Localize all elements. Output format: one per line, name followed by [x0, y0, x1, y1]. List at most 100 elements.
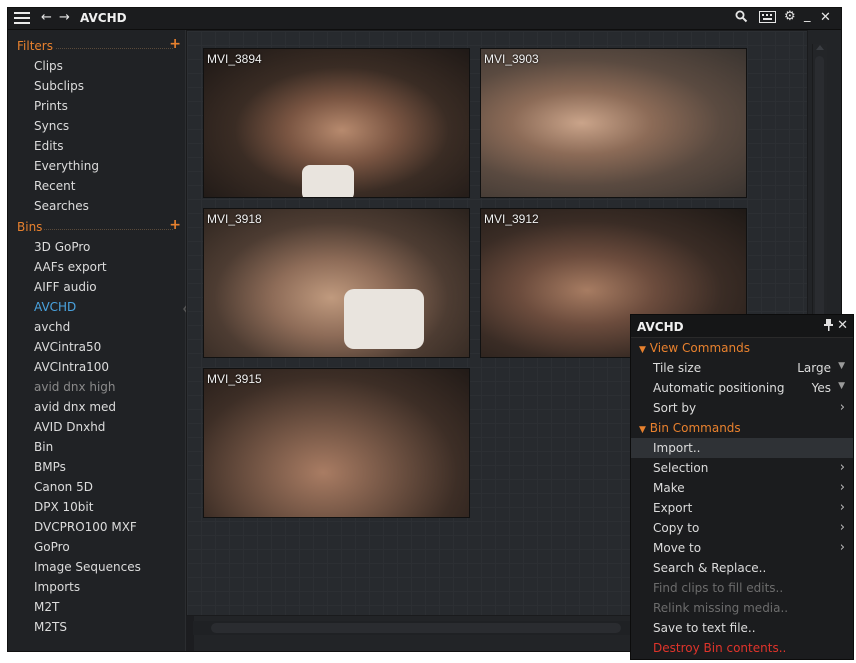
clip-thumbnail[interactable]: MVI_3894 — [203, 48, 470, 198]
bin-item[interactable]: Bin — [34, 440, 53, 454]
forward-arrow-icon[interactable]: → — [59, 11, 70, 25]
relink-media-item: Relink missing media.. — [631, 598, 853, 618]
tile-size-label: Tile size — [653, 361, 702, 375]
find-clips-label: Find clips to fill edits.. — [653, 581, 784, 595]
bin-item[interactable]: Imports — [34, 580, 80, 594]
bin-item[interactable]: M2T — [34, 600, 59, 614]
sidebar-item-everything[interactable]: Everything — [34, 159, 99, 173]
bins-heading: Bins — [17, 220, 43, 234]
view-commands-section[interactable]: ▼ View Commands — [631, 338, 853, 358]
settings-gears-icon[interactable]: ⚙ — [784, 10, 796, 24]
make-label: Make — [653, 481, 685, 495]
collapse-triangle-icon: ▼ — [639, 345, 646, 355]
export-item[interactable]: Export › — [631, 498, 853, 518]
hamburger-menu-icon[interactable] — [14, 12, 30, 24]
bin-item[interactable]: AVCIntra100 — [34, 360, 109, 374]
bins-divider — [44, 229, 173, 230]
submenu-arrow-icon: › — [839, 460, 845, 475]
keyboard-icon[interactable] — [759, 11, 776, 27]
destroy-bin-contents-label: Destroy Bin contents.. — [653, 641, 787, 655]
clip-thumbnail[interactable]: MVI_3903 — [480, 48, 747, 198]
bin-item[interactable]: AIFF audio — [34, 280, 97, 294]
clip-name: MVI_3915 — [207, 372, 262, 386]
view-commands-label: ▼ View Commands — [639, 341, 750, 355]
bin-item[interactable]: AVID Dnxhd — [34, 420, 105, 434]
auto-positioning-value[interactable]: Yes — [812, 381, 831, 395]
bin-item[interactable]: avchd — [34, 320, 70, 334]
tile-size-row[interactable]: Tile size Large ▼ — [631, 358, 853, 378]
bin-item[interactable]: DPX 10bit — [34, 500, 93, 514]
copy-to-label: Copy to — [653, 521, 700, 535]
bin-item[interactable]: avid dnx high — [34, 380, 116, 394]
sort-by-label: Sort by — [653, 401, 697, 415]
search-replace-label: Search & Replace.. — [653, 561, 767, 575]
sidebar-item-recent[interactable]: Recent — [34, 179, 75, 193]
copy-to-item[interactable]: Copy to › — [631, 518, 853, 538]
submenu-arrow-icon: › — [839, 480, 845, 495]
find-clips-item: Find clips to fill edits.. — [631, 578, 853, 598]
submenu-arrow-icon: › — [839, 540, 845, 555]
add-filter-button[interactable]: + — [169, 36, 181, 52]
submenu-arrow-icon: › — [839, 400, 845, 415]
sidebar-item-edits[interactable]: Edits — [34, 139, 64, 153]
move-to-item[interactable]: Move to › — [631, 538, 853, 558]
bin-item[interactable]: AVCintra50 — [34, 340, 101, 354]
bin-item[interactable]: Image Sequences — [34, 560, 141, 574]
add-bin-button[interactable]: + — [169, 217, 181, 233]
horizontal-scrollbar[interactable] — [193, 621, 633, 635]
submenu-arrow-icon: › — [839, 500, 845, 515]
sort-by-item[interactable]: Sort by › — [631, 398, 853, 418]
import-item[interactable]: Import.. — [631, 438, 853, 458]
bin-commands-section[interactable]: ▼ Bin Commands — [631, 418, 853, 438]
clip-name: MVI_3903 — [484, 52, 539, 66]
bin-item[interactable]: M2TS — [34, 620, 67, 634]
filters-divider — [56, 48, 173, 49]
close-icon[interactable]: ✕ — [837, 318, 848, 333]
move-to-label: Move to — [653, 541, 702, 555]
bin-item[interactable]: GoPro — [34, 540, 70, 554]
search-icon[interactable] — [735, 10, 748, 27]
sidebar-item-subclips[interactable]: Subclips — [34, 79, 84, 93]
filters-heading: Filters — [17, 39, 53, 53]
horizontal-scroll-thumb[interactable] — [211, 623, 621, 633]
destroy-bin-contents-item[interactable]: Destroy Bin contents.. — [631, 638, 853, 658]
minimize-icon[interactable]: _ — [804, 9, 811, 23]
save-to-text-label: Save to text file.. — [653, 621, 756, 635]
clip-thumbnail[interactable]: MVI_3915 — [203, 368, 470, 518]
close-icon[interactable]: ✕ — [820, 11, 831, 25]
bin-context-menu: AVCHD ✕ ▼ View Commands Tile size Large … — [630, 314, 854, 660]
clip-name: MVI_3912 — [484, 212, 539, 226]
pin-icon[interactable] — [824, 319, 833, 334]
sidebar-item-clips[interactable]: Clips — [34, 59, 63, 73]
sidebar-item-syncs[interactable]: Syncs — [34, 119, 69, 133]
export-label: Export — [653, 501, 693, 515]
back-arrow-icon[interactable]: ← — [41, 11, 52, 25]
make-item[interactable]: Make › — [631, 478, 853, 498]
dropdown-caret-icon[interactable]: ▼ — [838, 361, 845, 371]
bin-item[interactable]: Canon 5D — [34, 480, 93, 494]
save-to-text-item[interactable]: Save to text file.. — [631, 618, 853, 638]
selection-label: Selection — [653, 461, 709, 475]
view-commands-text: View Commands — [649, 341, 750, 355]
bin-item[interactable]: BMPs — [34, 460, 66, 474]
auto-positioning-label: Automatic positioning — [653, 381, 785, 395]
clip-name: MVI_3894 — [207, 52, 262, 66]
sidebar-item-searches[interactable]: Searches — [34, 199, 89, 213]
dropdown-caret-icon[interactable]: ▼ — [838, 381, 845, 391]
bin-item[interactable]: 3D GoPro — [34, 240, 90, 254]
auto-positioning-row[interactable]: Automatic positioning Yes ▼ — [631, 378, 853, 398]
search-replace-item[interactable]: Search & Replace.. — [631, 558, 853, 578]
window-title: AVCHD — [80, 11, 127, 25]
selection-item[interactable]: Selection › — [631, 458, 853, 478]
bin-item[interactable]: AAFs export — [34, 260, 107, 274]
bin-item[interactable]: avid dnx med — [34, 400, 116, 414]
bin-item[interactable]: DVCPRO100 MXF — [34, 520, 137, 534]
clip-thumbnail[interactable]: MVI_3918 — [203, 208, 470, 358]
bin-commands-text: Bin Commands — [649, 421, 741, 435]
bin-item-active[interactable]: AVCHD — [34, 300, 76, 314]
collapse-triangle-icon: ▼ — [639, 425, 646, 435]
tile-size-value[interactable]: Large — [797, 361, 831, 375]
menu-title: AVCHD — [637, 320, 684, 334]
sidebar: Filters + Clips Subclips Prints Syncs Ed… — [8, 30, 185, 651]
sidebar-item-prints[interactable]: Prints — [34, 99, 68, 113]
